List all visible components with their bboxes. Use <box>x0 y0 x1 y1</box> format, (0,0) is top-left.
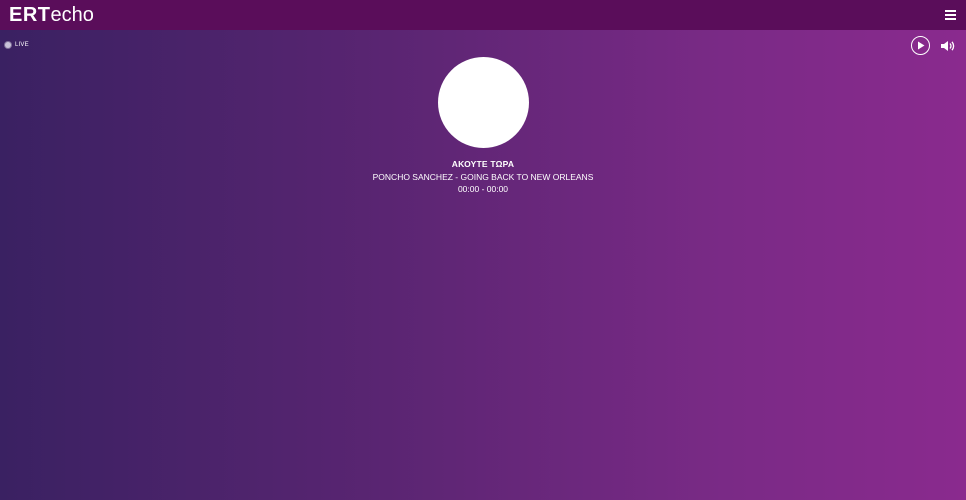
live-indicator: LIVE <box>5 42 29 48</box>
live-label: LIVE <box>15 42 29 48</box>
volume-button[interactable] <box>941 39 956 51</box>
hamburger-icon[interactable] <box>945 10 956 20</box>
live-dot-icon <box>5 42 11 48</box>
now-playing-label: ΑΚΟΥΤΕ ΤΩΡΑ <box>451 159 515 169</box>
track-title: PONCHO SANCHEZ - GOING BACK TO NEW ORLEA… <box>372 172 594 182</box>
track-time: 00:00 - 00:00 <box>457 184 509 194</box>
play-button[interactable] <box>911 36 930 55</box>
logo-echo-text: echo <box>50 3 94 26</box>
logo-ert-text: ERT <box>9 3 51 26</box>
album-cover <box>438 57 529 148</box>
play-icon <box>918 41 925 50</box>
now-playing-info: ΑΚΟΥΤΕ ΤΩΡΑ PONCHO SANCHEZ - GOING BACK … <box>333 159 633 195</box>
top-bar: ERT echo <box>0 0 966 30</box>
speaker-icon <box>941 41 955 51</box>
ert-echo-logo[interactable]: ERT echo <box>9 4 94 26</box>
